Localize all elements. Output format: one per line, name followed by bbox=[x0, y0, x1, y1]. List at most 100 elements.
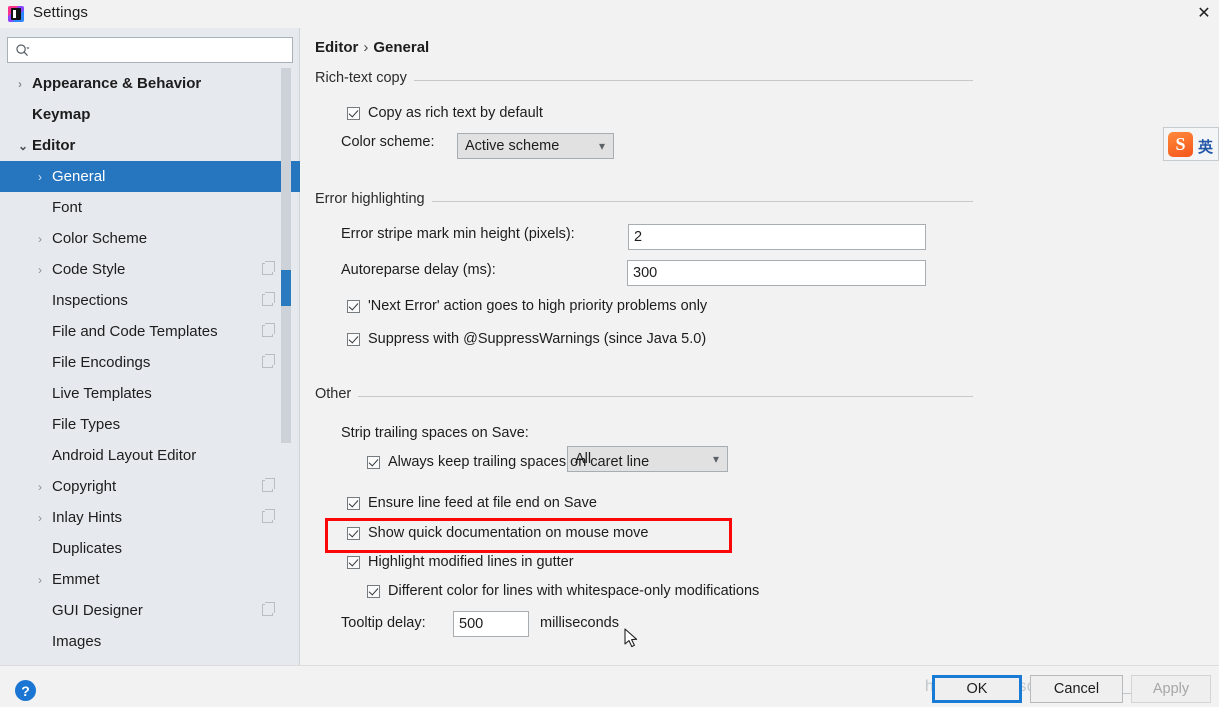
whitespace-color-checkbox[interactable] bbox=[367, 584, 380, 598]
tooltip-delay-input[interactable] bbox=[453, 611, 529, 637]
strip-trailing-row: Strip trailing spaces on Save: bbox=[341, 425, 529, 441]
tooltip-delay-unit-row: milliseconds bbox=[540, 615, 619, 631]
sidebar-item-label: Font bbox=[52, 199, 83, 216]
sidebar-item-label: File and Code Templates bbox=[52, 323, 218, 340]
copy-settings-icon[interactable] bbox=[262, 292, 275, 306]
chevron-right-icon[interactable]: › bbox=[38, 171, 52, 183]
highlight-gutter-row[interactable]: Highlight modified lines in gutter bbox=[347, 554, 574, 570]
close-icon[interactable]: ✕ bbox=[1189, 0, 1219, 28]
sidebar-item-copyright[interactable]: › Copyright bbox=[0, 471, 300, 502]
sidebar-item-file-types[interactable]: File Types bbox=[0, 409, 300, 440]
tooltip-delay-unit: milliseconds bbox=[540, 615, 619, 631]
sidebar-item-inlay-hints[interactable]: › Inlay Hints bbox=[0, 502, 300, 533]
search-icon bbox=[16, 44, 30, 56]
stripe-min-height-input[interactable] bbox=[628, 224, 926, 250]
sidebar-scrollbar-thumb[interactable] bbox=[281, 270, 291, 306]
copy-settings-icon[interactable] bbox=[262, 261, 275, 275]
ensure-line-feed-label: Ensure line feed at file end on Save bbox=[368, 495, 597, 511]
search-box[interactable] bbox=[7, 37, 293, 63]
sidebar-item-android-layout-editor[interactable]: Android Layout Editor bbox=[0, 440, 300, 471]
sidebar-item-font[interactable]: Font bbox=[0, 192, 300, 223]
quick-doc-row[interactable]: Show quick documentation on mouse move bbox=[347, 525, 649, 541]
quick-doc-checkbox[interactable] bbox=[347, 526, 360, 540]
highlight-gutter-checkbox[interactable] bbox=[347, 555, 360, 569]
sidebar-item-code-style[interactable]: › Code Style bbox=[0, 254, 300, 285]
sidebar-item-general[interactable]: › General bbox=[0, 161, 300, 192]
copy-settings-icon[interactable] bbox=[262, 354, 275, 368]
tooltip-delay-label: Tooltip delay: bbox=[341, 615, 426, 631]
chevron-right-icon[interactable]: › bbox=[38, 512, 52, 524]
ensure-line-feed-checkbox[interactable] bbox=[347, 496, 360, 510]
title-bar: Settings ✕ bbox=[0, 0, 1219, 28]
chevron-right-icon[interactable]: › bbox=[38, 233, 52, 245]
stripe-min-height-label: Error stripe mark min height (pixels): bbox=[341, 226, 575, 242]
quick-doc-label: Show quick documentation on mouse move bbox=[368, 525, 649, 541]
window-title: Settings bbox=[33, 4, 88, 21]
ok-button[interactable]: OK bbox=[932, 675, 1022, 703]
next-error-checkbox[interactable] bbox=[347, 299, 360, 313]
sidebar-item-label: Duplicates bbox=[52, 540, 123, 557]
copy-settings-icon[interactable] bbox=[262, 478, 275, 492]
color-scheme-row: Color scheme: bbox=[341, 134, 434, 150]
sidebar-item-label: Keymap bbox=[32, 106, 91, 123]
sidebar-item-file-and-code-templates[interactable]: File and Code Templates bbox=[0, 316, 300, 347]
cancel-button[interactable]: Cancel bbox=[1030, 675, 1123, 703]
highlight-gutter-label: Highlight modified lines in gutter bbox=[368, 554, 574, 570]
sidebar-item-label: Inspections bbox=[52, 292, 128, 309]
chevron-right-icon[interactable]: › bbox=[38, 481, 52, 493]
help-button[interactable]: ? bbox=[15, 680, 36, 701]
copy-settings-icon[interactable] bbox=[262, 509, 275, 523]
breadcrumb-separator: › bbox=[363, 39, 369, 56]
sidebar-item-label: Color Scheme bbox=[52, 230, 148, 247]
sidebar-item-gui-designer[interactable]: GUI Designer bbox=[0, 595, 300, 626]
chevron-right-icon[interactable]: › bbox=[38, 574, 52, 586]
search-input[interactable] bbox=[35, 38, 290, 62]
autoreparse-delay-label: Autoreparse delay (ms): bbox=[341, 262, 496, 278]
copy-rich-text-row[interactable]: Copy as rich text by default bbox=[347, 105, 543, 121]
color-scheme-dropdown[interactable]: Active scheme ▾ bbox=[457, 133, 614, 159]
sidebar-item-file-encodings[interactable]: File Encodings bbox=[0, 347, 300, 378]
copy-settings-icon[interactable] bbox=[262, 323, 275, 337]
chevron-down-icon: ▾ bbox=[598, 139, 605, 153]
whitespace-color-row[interactable]: Different color for lines with whitespac… bbox=[367, 583, 759, 599]
sidebar-item-editor[interactable]: ⌄ Editor bbox=[0, 130, 300, 161]
keep-caret-line-checkbox[interactable] bbox=[367, 455, 380, 469]
chevron-right-icon[interactable]: › bbox=[38, 264, 52, 276]
section-title-other: Other bbox=[315, 386, 359, 402]
sidebar-item-appearance-behavior[interactable]: › Appearance & Behavior bbox=[0, 68, 300, 99]
sogou-ime-toolbar[interactable]: S 英 bbox=[1163, 127, 1219, 161]
sidebar-item-label: GUI Designer bbox=[52, 602, 143, 619]
sidebar-item-color-scheme[interactable]: › Color Scheme bbox=[0, 223, 300, 254]
autoreparse-delay-input[interactable] bbox=[627, 260, 926, 286]
breadcrumb: Editor › General bbox=[315, 39, 429, 56]
sidebar-scrollbar-track[interactable] bbox=[281, 68, 291, 443]
copy-settings-icon[interactable] bbox=[262, 602, 275, 616]
intellij-idea-icon bbox=[8, 6, 24, 22]
chevron-down-icon[interactable]: ⌄ bbox=[18, 140, 32, 152]
breadcrumb-root[interactable]: Editor bbox=[315, 39, 358, 56]
strip-trailing-label: Strip trailing spaces on Save: bbox=[341, 425, 529, 441]
ensure-line-feed-row[interactable]: Ensure line feed at file end on Save bbox=[347, 495, 597, 511]
chevron-right-icon[interactable]: › bbox=[18, 78, 32, 90]
suppress-warnings-row[interactable]: Suppress with @SuppressWarnings (since J… bbox=[347, 331, 706, 347]
mouse-cursor bbox=[624, 628, 638, 648]
next-error-label: 'Next Error' action goes to high priorit… bbox=[368, 298, 708, 314]
sidebar-item-label: Images bbox=[52, 633, 102, 650]
sidebar-item-duplicates[interactable]: Duplicates bbox=[0, 533, 300, 564]
sidebar-item-keymap[interactable]: Keymap bbox=[0, 99, 300, 130]
sidebar-item-images[interactable]: Images bbox=[0, 626, 300, 657]
settings-tree: › Appearance & Behavior Keymap ⌄ Editor › Gene… bbox=[0, 68, 300, 665]
apply-button[interactable]: Apply bbox=[1131, 675, 1211, 703]
copy-rich-text-checkbox[interactable] bbox=[347, 106, 360, 120]
keep-caret-line-label: Always keep trailing spaces on caret lin… bbox=[388, 454, 650, 470]
keep-caret-line-row[interactable]: Always keep trailing spaces on caret lin… bbox=[367, 454, 649, 470]
sogou-logo-icon: S bbox=[1168, 132, 1193, 157]
sidebar-item-emmet[interactable]: › Emmet bbox=[0, 564, 300, 595]
next-error-row[interactable]: 'Next Error' action goes to high priorit… bbox=[347, 298, 707, 314]
ime-language-mode[interactable]: 英 bbox=[1198, 136, 1213, 157]
suppress-warnings-checkbox[interactable] bbox=[347, 332, 360, 346]
sidebar-item-live-templates[interactable]: Live Templates bbox=[0, 378, 300, 409]
autoreparse-delay-row: Autoreparse delay (ms): bbox=[341, 262, 496, 278]
sidebar-item-label: Inlay Hints bbox=[52, 509, 123, 526]
sidebar-item-inspections[interactable]: Inspections bbox=[0, 285, 300, 316]
